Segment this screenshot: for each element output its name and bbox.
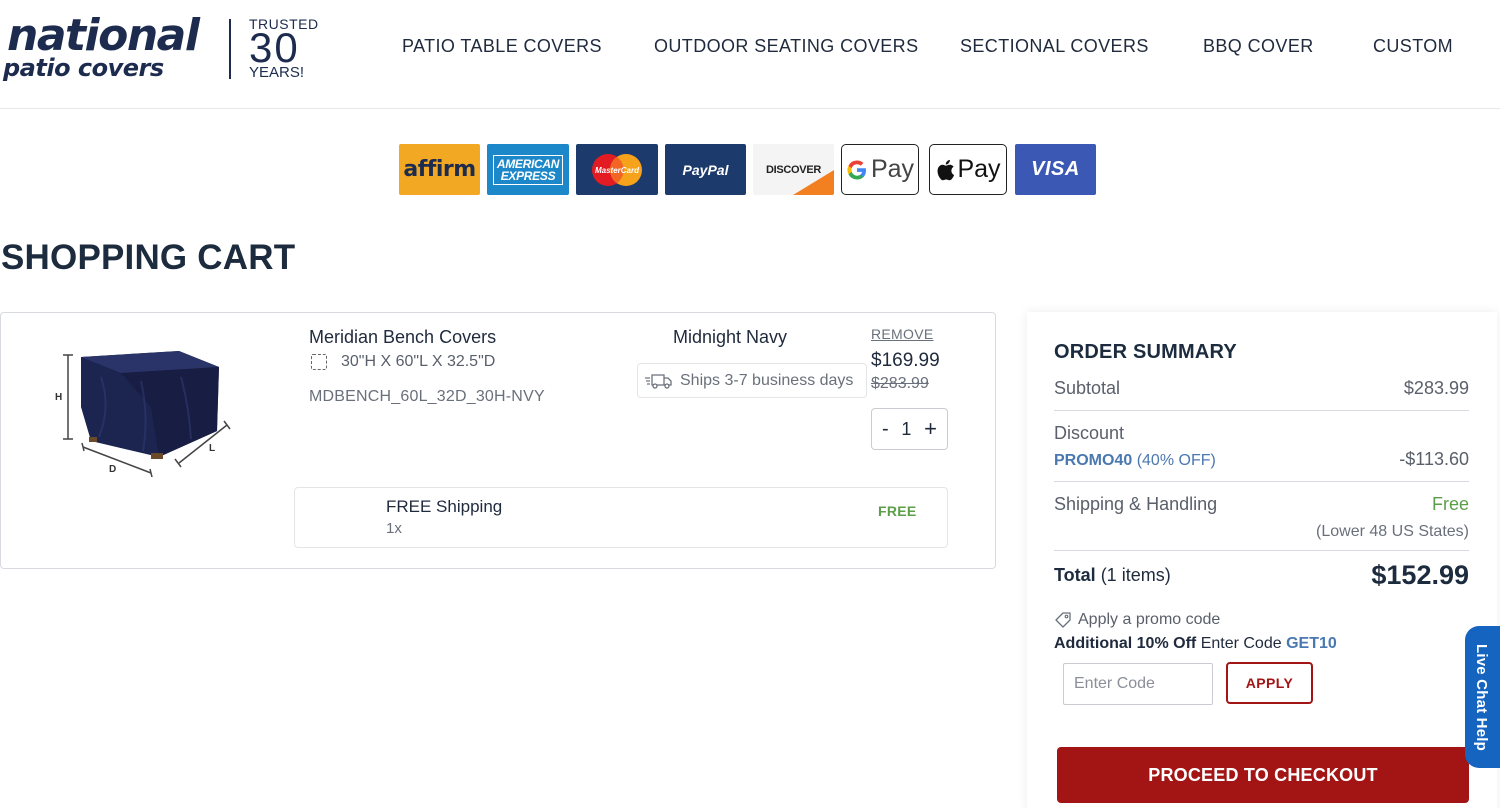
nav-item-patio-table-covers[interactable]: PATIO TABLE COVERS [402, 36, 602, 57]
applied-promo-code: PROMO40 [1054, 452, 1133, 469]
applied-promo: PROMO40 (40% OFF) [1054, 452, 1216, 470]
nav-item-custom[interactable]: CUSTOM [1373, 36, 1453, 57]
apply-promo-link-text[interactable]: Apply a promo code [1078, 611, 1220, 629]
proceed-to-checkout-button[interactable]: PROCEED TO CHECKOUT [1057, 747, 1469, 803]
shipping-value: Free [1431, 494, 1469, 514]
discover-logo: DISCOVER [753, 144, 834, 195]
total-label-text: Total [1054, 565, 1096, 585]
affirm-logo: affirm [399, 144, 480, 195]
order-summary: ORDER SUMMARY Subtotal $283.99 Discount … [1027, 312, 1497, 808]
amex-logo: AMERICAN EXPRESS [487, 144, 569, 195]
promo-offer-code: GET10 [1286, 635, 1337, 652]
quantity-increase-button[interactable]: + [924, 418, 937, 440]
apple-icon [937, 159, 955, 180]
product-name[interactable]: Meridian Bench Covers [309, 327, 496, 348]
google-pay-logo: Pay [841, 144, 919, 195]
divider [1054, 550, 1469, 551]
visa-logo: VISA [1015, 144, 1096, 195]
apply-promo-button[interactable]: APPLY [1226, 662, 1313, 704]
applied-promo-percent: (40% OFF) [1136, 452, 1216, 469]
promo-offer-bold: Additional 10% Off [1054, 635, 1197, 652]
total-items-count: (1 items) [1100, 565, 1171, 585]
subtotal-label: Subtotal [1054, 378, 1121, 398]
product-dimensions: 30"H X 60"L X 32.5"D [309, 353, 495, 371]
quantity-stepper: - 1 + [871, 408, 948, 450]
svg-text:H: H [55, 392, 62, 403]
product-image[interactable]: H D L [51, 347, 241, 478]
subtotal-value: $283.99 [1403, 378, 1469, 398]
dimensions-icon [311, 354, 327, 370]
svg-text:D: D [109, 464, 116, 475]
quantity-value[interactable]: 1 [901, 419, 911, 440]
site-header: national patio covers TRUSTED 30 YEARS! … [0, 0, 1500, 109]
order-summary-title: ORDER SUMMARY [1054, 341, 1237, 363]
divider [1054, 481, 1469, 482]
quantity-decrease-button[interactable]: - [882, 418, 889, 440]
shipping-estimate-text: Ships 3-7 business days [680, 371, 854, 389]
paypal-logo: PayPal [665, 144, 746, 195]
total-value: $152.99 [1371, 560, 1469, 590]
live-chat-tab[interactable]: Live Chat Help [1465, 626, 1500, 768]
live-chat-label[interactable]: Live Chat Help [1473, 644, 1490, 751]
shipping-estimate: Ships 3-7 business days [637, 363, 867, 398]
product-sku: MDBENCH_60L_32D_30H-NVY [309, 388, 545, 405]
total-label: Total (1 items) [1054, 565, 1171, 586]
remove-item-link[interactable]: REMOVE [871, 326, 933, 342]
trusted-years-label: YEARS! [249, 64, 305, 81]
apply-promo-link[interactable]: Apply a promo code [1054, 611, 1220, 629]
shipping-label: Shipping & Handling [1054, 494, 1218, 514]
shipping-line-qty: 1x [386, 520, 402, 537]
item-price: $169.99 [871, 350, 940, 371]
promo-offer-text: Enter Code [1200, 635, 1282, 652]
truck-icon [645, 373, 672, 389]
nav-item-sectional-covers[interactable]: SECTIONAL COVERS [960, 36, 1149, 57]
svg-text:MasterCard: MasterCard [595, 166, 640, 175]
mastercard-logo: MasterCard [576, 144, 658, 195]
nav-item-outdoor-seating-covers[interactable]: OUTDOOR SEATING COVERS [654, 36, 919, 57]
shipping-line-item: FREE Shipping 1x FREE [294, 487, 948, 548]
cart-item: H D L Meridian Bench Covers 30"H X 60"L … [0, 312, 996, 569]
discount-value: -$113.60 [1399, 449, 1469, 469]
product-dimensions-text: 30"H X 60"L X 32.5"D [341, 353, 496, 370]
nav-item-bbq-cover[interactable]: BBQ COVER [1203, 36, 1314, 57]
svg-text:L: L [209, 443, 215, 454]
main-nav: PATIO TABLE COVERS OUTDOOR SEATING COVER… [0, 36, 1500, 60]
apple-pay-logo: Pay [929, 144, 1007, 195]
item-original-price: $283.99 [871, 375, 929, 392]
shipping-line-price: FREE [878, 503, 917, 519]
divider [1054, 410, 1469, 411]
shipping-line-label: FREE Shipping [386, 497, 503, 516]
promo-code-input[interactable] [1063, 663, 1213, 705]
shipping-note: (Lower 48 US States) [1316, 523, 1469, 540]
tag-icon [1055, 612, 1071, 628]
promo-offer: Additional 10% Off Enter Code GET10 [1054, 635, 1337, 653]
product-color: Midnight Navy [673, 327, 788, 347]
page-title: SHOPPING CART [1, 238, 296, 277]
discount-label: Discount [1054, 423, 1125, 443]
